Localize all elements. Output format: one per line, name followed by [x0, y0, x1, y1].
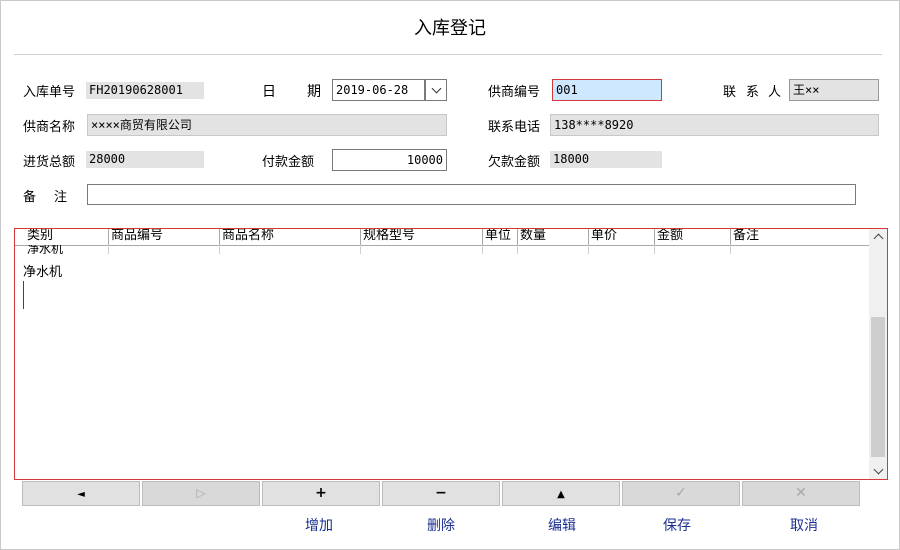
col-header-amount[interactable]: 金额 [655, 229, 731, 245]
triangle-up-icon: ▲ [557, 489, 565, 500]
remark-label-1: 备 [23, 190, 37, 205]
title-divider [14, 54, 882, 55]
plus-icon: + [315, 485, 327, 501]
grid-header: 类别 商品编号 商品名称 规格型号 单位 数量 单价 金额 备注 [15, 229, 869, 246]
checkmark-icon: ✓ [675, 485, 687, 501]
row-item-name-cell[interactable] [220, 245, 361, 254]
edit-link[interactable]: 编辑 [548, 515, 576, 535]
nav-add-button[interactable]: + [262, 481, 380, 506]
col-header-category[interactable]: 类别 [25, 229, 109, 245]
total-label: 进货总额 [23, 155, 76, 170]
contact-label-1: 联 [723, 85, 737, 100]
col-header-remark[interactable]: 备注 [731, 229, 869, 245]
debt-label: 欠款金额 [488, 155, 541, 170]
phone-label: 联系电话 [488, 120, 541, 135]
row-spec-cell[interactable] [361, 245, 483, 254]
add-link[interactable]: 增加 [305, 515, 333, 535]
nav-next-button[interactable]: ▷ [142, 481, 260, 506]
nav-cancel-button[interactable]: ✕ [742, 481, 860, 506]
row-item-code-cell[interactable] [109, 245, 220, 254]
supplier-code-label: 供商编号 [488, 85, 541, 100]
supplier-name-input[interactable]: ××××商贸有限公司 [87, 114, 447, 136]
close-icon: ✕ [795, 485, 807, 501]
order-no-label: 入库单号 [23, 85, 76, 100]
scroll-down-icon[interactable] [869, 463, 887, 479]
save-link[interactable]: 保存 [663, 515, 691, 535]
grid-vertical-scrollbar[interactable] [869, 229, 887, 479]
nav-remove-button[interactable]: − [382, 481, 500, 506]
table-row[interactable]: 净水机 [15, 245, 869, 254]
remark-input[interactable] [87, 184, 856, 205]
date-input[interactable]: 2019-06-28 [332, 79, 425, 101]
remark-label-2: 注 [54, 190, 68, 205]
col-header-qty[interactable]: 数量 [518, 229, 589, 245]
supplier-code-input[interactable]: 001 [552, 79, 662, 101]
cancel-link[interactable]: 取消 [790, 515, 818, 535]
col-header-spec[interactable]: 规格型号 [361, 229, 483, 245]
contact-input[interactable]: 王×× [789, 79, 879, 101]
triangle-right-icon: ▷ [196, 486, 206, 500]
row-qty-cell[interactable] [518, 245, 589, 254]
minus-icon: − [435, 485, 447, 501]
paid-label: 付款金额 [262, 155, 315, 170]
debt-value: 18000 [550, 151, 662, 168]
total-value: 28000 [86, 151, 204, 168]
scroll-up-icon[interactable] [869, 229, 887, 245]
phone-input[interactable]: 138****8920 [550, 114, 879, 136]
chevron-down-icon [431, 83, 442, 94]
supplier-name-label: 供商名称 [23, 120, 76, 135]
paid-input[interactable]: 10000 [332, 149, 447, 171]
col-header-unit[interactable]: 单位 [483, 229, 518, 245]
page-title: 入库登记 [414, 18, 486, 39]
row-price-cell[interactable] [589, 245, 655, 254]
row-unit-cell[interactable] [483, 245, 518, 254]
delete-link[interactable]: 删除 [427, 515, 455, 535]
col-header-price[interactable]: 单价 [589, 229, 655, 245]
row-amount-cell[interactable] [655, 245, 731, 254]
items-grid[interactable]: 类别 商品编号 商品名称 规格型号 单位 数量 单价 金额 备注 净水机 净水机 [14, 228, 888, 480]
date-label-1: 日 [262, 84, 276, 100]
order-no-value: FH20190628001 [86, 82, 204, 99]
nav-first-button[interactable]: ◄ [22, 481, 140, 506]
contact-label-2: 系 [746, 85, 760, 100]
date-label-2: 期 [307, 84, 321, 100]
nav-up-button[interactable]: ▲ [502, 481, 620, 506]
contact-label-3: 人 [768, 85, 782, 100]
date-picker-button[interactable] [425, 79, 447, 101]
scroll-thumb[interactable] [871, 317, 885, 457]
editor-caret [23, 281, 24, 309]
nav-post-button[interactable]: ✓ [622, 481, 740, 506]
triangle-left-icon: ◄ [77, 489, 85, 500]
col-header-item-code[interactable]: 商品编号 [109, 229, 220, 245]
row-category-cell[interactable]: 净水机 [25, 245, 109, 254]
col-header-item-name[interactable]: 商品名称 [220, 229, 361, 245]
cell-editor[interactable]: 净水机 [23, 261, 62, 280]
